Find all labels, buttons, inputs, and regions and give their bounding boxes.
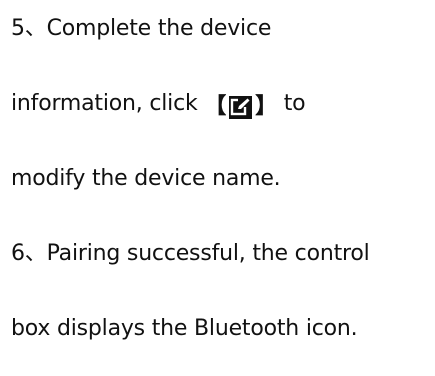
step5-line2-suffix: to xyxy=(276,91,306,116)
edit-icon xyxy=(229,95,253,119)
step5-line2: information, click 【 】 to xyxy=(11,89,306,122)
step6-line1: 6、Pairing successful, the control xyxy=(11,241,370,266)
step5-line3: modify the device name. xyxy=(11,166,281,191)
step5-line1: 5、Complete the device xyxy=(11,16,272,41)
edit-button-reference: 【 】 xyxy=(204,92,277,122)
bracket-open: 【 xyxy=(204,94,227,119)
bracket-close: 】 xyxy=(255,94,277,119)
step5-line2-text: information, click xyxy=(11,91,205,116)
step6-line2: box displays the Bluetooth icon. xyxy=(11,316,358,341)
